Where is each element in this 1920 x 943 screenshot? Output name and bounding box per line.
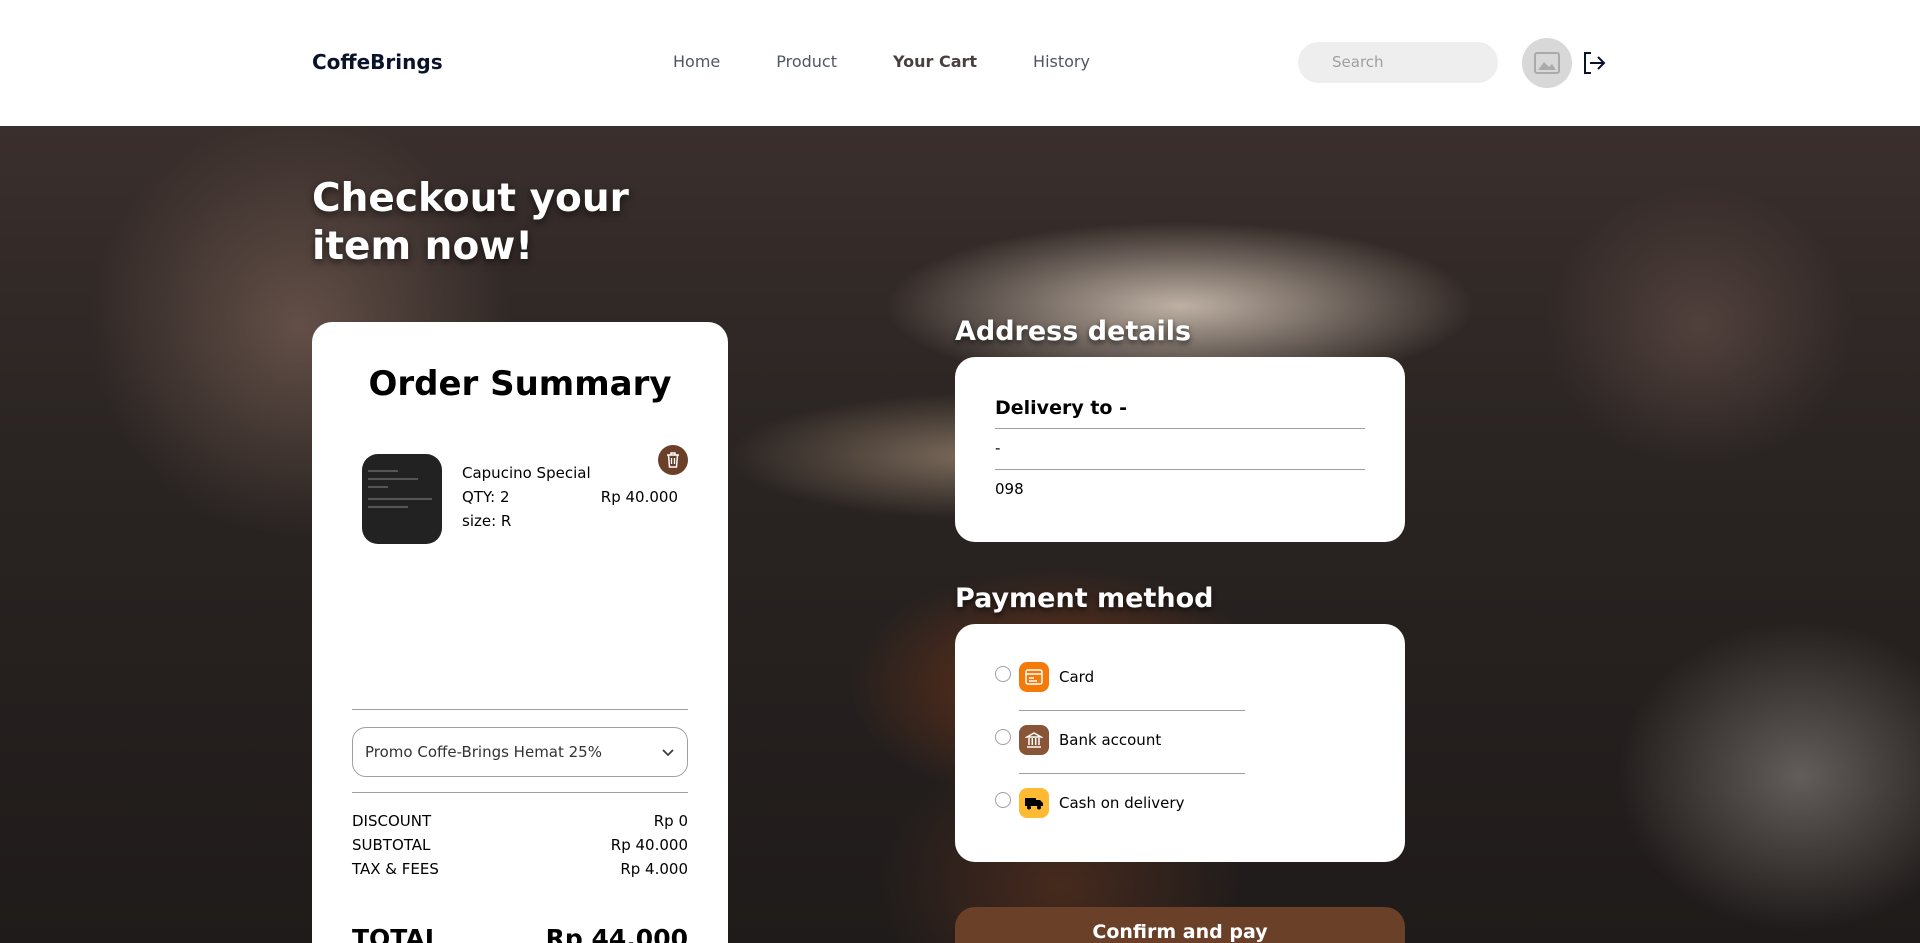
total-label: TOTAL — [352, 924, 441, 943]
delivery-to-heading: Delivery to - — [995, 397, 1127, 419]
address-card: Delivery to - - 098 — [955, 357, 1405, 542]
divider — [1019, 773, 1245, 774]
nav-link-home[interactable]: Home — [673, 52, 720, 71]
discount-row: DISCOUNT Rp 0 — [352, 812, 688, 830]
nav-links: Home Product Your Cart History — [673, 52, 1090, 71]
payment-label-bank: Bank account — [1059, 731, 1162, 749]
product-price: Rp 40.000 — [600, 488, 678, 506]
payment-radio-bank[interactable] — [995, 729, 1011, 745]
navbar: CoffeBrings Home Product Your Cart Histo… — [0, 0, 1920, 126]
discount-value: Rp 0 — [653, 812, 688, 830]
product-qty: QTY: 2 — [462, 488, 510, 506]
promo-selected-value: Promo Coffe-Brings Hemat 25% — [365, 743, 602, 761]
payment-option-card[interactable]: Card — [995, 662, 1094, 692]
trash-icon — [667, 452, 679, 468]
subtotal-row: SUBTOTAL Rp 40.000 — [352, 836, 688, 854]
order-summary-card: Order Summary Capucino Special QTY: 2 si… — [312, 322, 728, 943]
brand-logo[interactable]: CoffeBrings — [312, 50, 443, 74]
page-title: Checkout your item now! — [312, 176, 629, 269]
payment-label-card: Card — [1059, 668, 1095, 686]
payment-section-title: Payment method — [955, 583, 1214, 614]
address-section-title: Address details — [955, 316, 1192, 347]
product-size: size: R — [462, 512, 512, 530]
chevron-down-icon — [662, 749, 674, 757]
bank-icon — [1019, 725, 1049, 755]
payment-card: Card Bank account Cash on delivery — [955, 624, 1405, 862]
tax-label: TAX & FEES — [352, 860, 439, 878]
divider — [1019, 710, 1245, 711]
total-value: Rp 44.000 — [545, 924, 688, 943]
tax-value: Rp 4.000 — [620, 860, 688, 878]
nav-link-product[interactable]: Product — [776, 52, 837, 71]
avatar[interactable] — [1522, 38, 1572, 88]
payment-radio-cod[interactable] — [995, 792, 1011, 808]
truck-icon — [1019, 788, 1049, 818]
divider — [352, 709, 688, 710]
address-phone: 098 — [995, 480, 1024, 498]
confirm-and-pay-button[interactable]: Confirm and pay — [955, 907, 1405, 943]
total-row: TOTAL Rp 44.000 — [352, 924, 688, 943]
delete-item-button[interactable] — [658, 445, 688, 475]
divider — [995, 428, 1365, 429]
product-name: Capucino Special — [462, 464, 591, 482]
address-street: - — [995, 439, 1001, 457]
discount-label: DISCOUNT — [352, 812, 432, 830]
promo-select[interactable]: Promo Coffe-Brings Hemat 25% — [352, 727, 688, 777]
nav-link-history[interactable]: History — [1033, 52, 1090, 71]
payment-label-cod: Cash on delivery — [1059, 794, 1185, 812]
card-icon — [1019, 662, 1049, 692]
product-image — [362, 454, 442, 544]
payment-option-bank[interactable]: Bank account — [995, 725, 1161, 755]
nav-link-cart[interactable]: Your Cart — [893, 52, 977, 71]
subtotal-label: SUBTOTAL — [352, 836, 431, 854]
search-input[interactable]: Search — [1298, 42, 1498, 83]
subtotal-value: Rp 40.000 — [610, 836, 688, 854]
logout-icon[interactable] — [1581, 50, 1607, 76]
tax-row: TAX & FEES Rp 4.000 — [352, 860, 688, 878]
payment-radio-card[interactable] — [995, 666, 1011, 682]
divider — [352, 792, 688, 793]
order-summary-title: Order Summary — [368, 364, 672, 404]
payment-option-cod[interactable]: Cash on delivery — [995, 788, 1184, 818]
image-placeholder-icon — [1534, 52, 1560, 74]
divider — [995, 469, 1365, 470]
